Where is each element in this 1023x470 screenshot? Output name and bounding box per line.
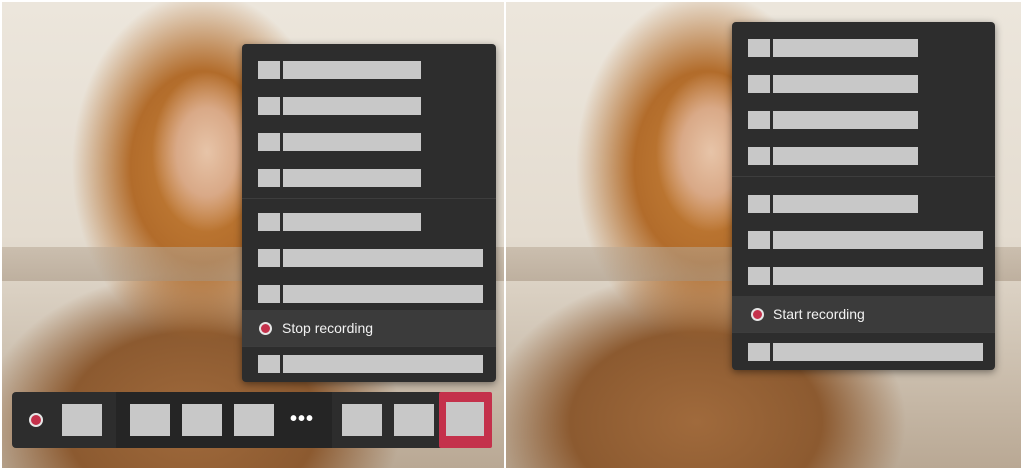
menu-item-icon <box>258 249 280 267</box>
control-button-3[interactable] <box>182 404 222 436</box>
call-controls-bar: ••• <box>12 392 492 448</box>
menu-item-icon <box>748 75 770 93</box>
more-actions-menu: Start recording <box>732 22 995 370</box>
menu-item-8[interactable] <box>242 346 496 382</box>
menu-item-icon <box>258 285 280 303</box>
menu-item-icon <box>748 267 770 285</box>
more-options-icon[interactable]: ••• <box>290 409 314 429</box>
menu-item-7[interactable] <box>732 258 995 294</box>
stop-recording-label: Stop recording <box>282 320 374 336</box>
menu-item-icon <box>748 111 770 129</box>
menu-item-icon <box>258 169 280 187</box>
control-button-4[interactable] <box>234 404 274 436</box>
menu-item-7[interactable] <box>242 276 496 312</box>
menu-item-4[interactable] <box>242 160 496 196</box>
menu-item-8[interactable] <box>732 334 995 370</box>
menu-item-icon <box>258 213 280 231</box>
menu-item-3[interactable] <box>732 102 995 138</box>
more-actions-menu: Stop recording <box>242 44 496 382</box>
recording-dot-icon <box>259 322 272 335</box>
hang-up-icon <box>446 402 484 436</box>
menu-item-icon <box>748 147 770 165</box>
menu-item-icon <box>748 343 770 361</box>
menu-divider <box>732 176 995 177</box>
recording-indicator-icon <box>29 413 43 427</box>
start-recording-menu-item[interactable]: Start recording <box>732 296 995 332</box>
meeting-view-recording-inactive: Start recording ••• <box>506 2 1021 468</box>
menu-item-icon <box>748 39 770 57</box>
recording-dot-icon <box>751 308 764 321</box>
hang-up-button[interactable] <box>439 392 492 448</box>
menu-item-3[interactable] <box>242 124 496 160</box>
menu-item-6[interactable] <box>242 240 496 276</box>
control-button-6[interactable] <box>394 404 434 436</box>
menu-item-1[interactable] <box>732 30 995 66</box>
menu-item-5[interactable] <box>242 204 496 240</box>
control-button-1[interactable] <box>62 404 102 436</box>
meeting-view-recording-active: Stop recording ••• <box>2 2 504 468</box>
menu-item-icon <box>748 195 770 213</box>
menu-item-icon <box>748 231 770 249</box>
menu-item-4[interactable] <box>732 138 995 174</box>
menu-item-icon <box>258 61 280 79</box>
menu-divider <box>732 332 995 333</box>
menu-divider <box>242 198 496 199</box>
menu-item-icon <box>258 355 280 373</box>
menu-item-1[interactable] <box>242 52 496 88</box>
menu-item-6[interactable] <box>732 222 995 258</box>
menu-item-2[interactable] <box>732 66 995 102</box>
menu-item-icon <box>258 133 280 151</box>
control-button-5[interactable] <box>342 404 382 436</box>
stop-recording-menu-item[interactable]: Stop recording <box>242 310 496 346</box>
menu-item-icon <box>258 97 280 115</box>
menu-item-5[interactable] <box>732 186 995 222</box>
menu-item-2[interactable] <box>242 88 496 124</box>
control-button-2[interactable] <box>130 404 170 436</box>
start-recording-label: Start recording <box>773 306 865 322</box>
